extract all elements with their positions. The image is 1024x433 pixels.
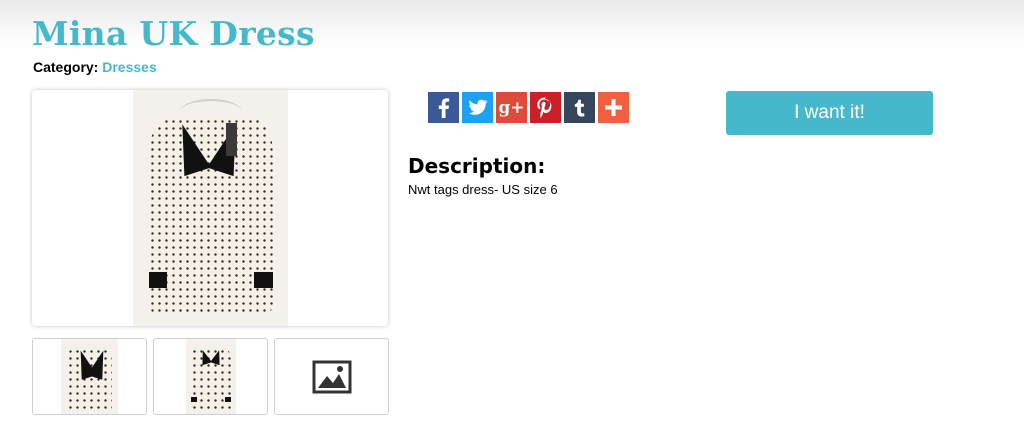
plus-icon (605, 99, 622, 116)
category-label: Category: (33, 59, 99, 75)
twitter-share-button[interactable] (462, 92, 493, 123)
category-link[interactable]: Dresses (102, 59, 157, 75)
google-plus-share-button[interactable]: g+ (496, 92, 527, 123)
tumblr-icon (574, 99, 585, 117)
main-product-image[interactable] (32, 90, 388, 326)
share-bar: g+ (428, 92, 629, 123)
product-category: Category: Dresses (33, 59, 157, 75)
thumbnail-3[interactable] (274, 338, 389, 415)
product-title: Mina UK Dress (32, 14, 315, 53)
google-plus-icon: g+ (498, 97, 525, 118)
dress-photo (133, 90, 288, 326)
thumbnail-2[interactable] (153, 338, 268, 415)
thumbnail-1[interactable] (32, 338, 147, 415)
thumbnail-photo (186, 339, 236, 414)
pinterest-share-button[interactable] (530, 92, 561, 123)
facebook-icon (438, 98, 450, 118)
want-it-button[interactable]: I want it! (726, 91, 933, 135)
pinterest-icon (537, 97, 552, 118)
thumbnail-photo (61, 339, 118, 414)
more-share-button[interactable] (598, 92, 629, 123)
twitter-icon (469, 99, 488, 115)
description-heading: Description: (408, 154, 546, 178)
image-placeholder-icon (312, 360, 352, 394)
description-text: Nwt tags dress- US size 6 (408, 182, 558, 197)
tumblr-share-button[interactable] (564, 92, 595, 123)
facebook-share-button[interactable] (428, 92, 459, 123)
